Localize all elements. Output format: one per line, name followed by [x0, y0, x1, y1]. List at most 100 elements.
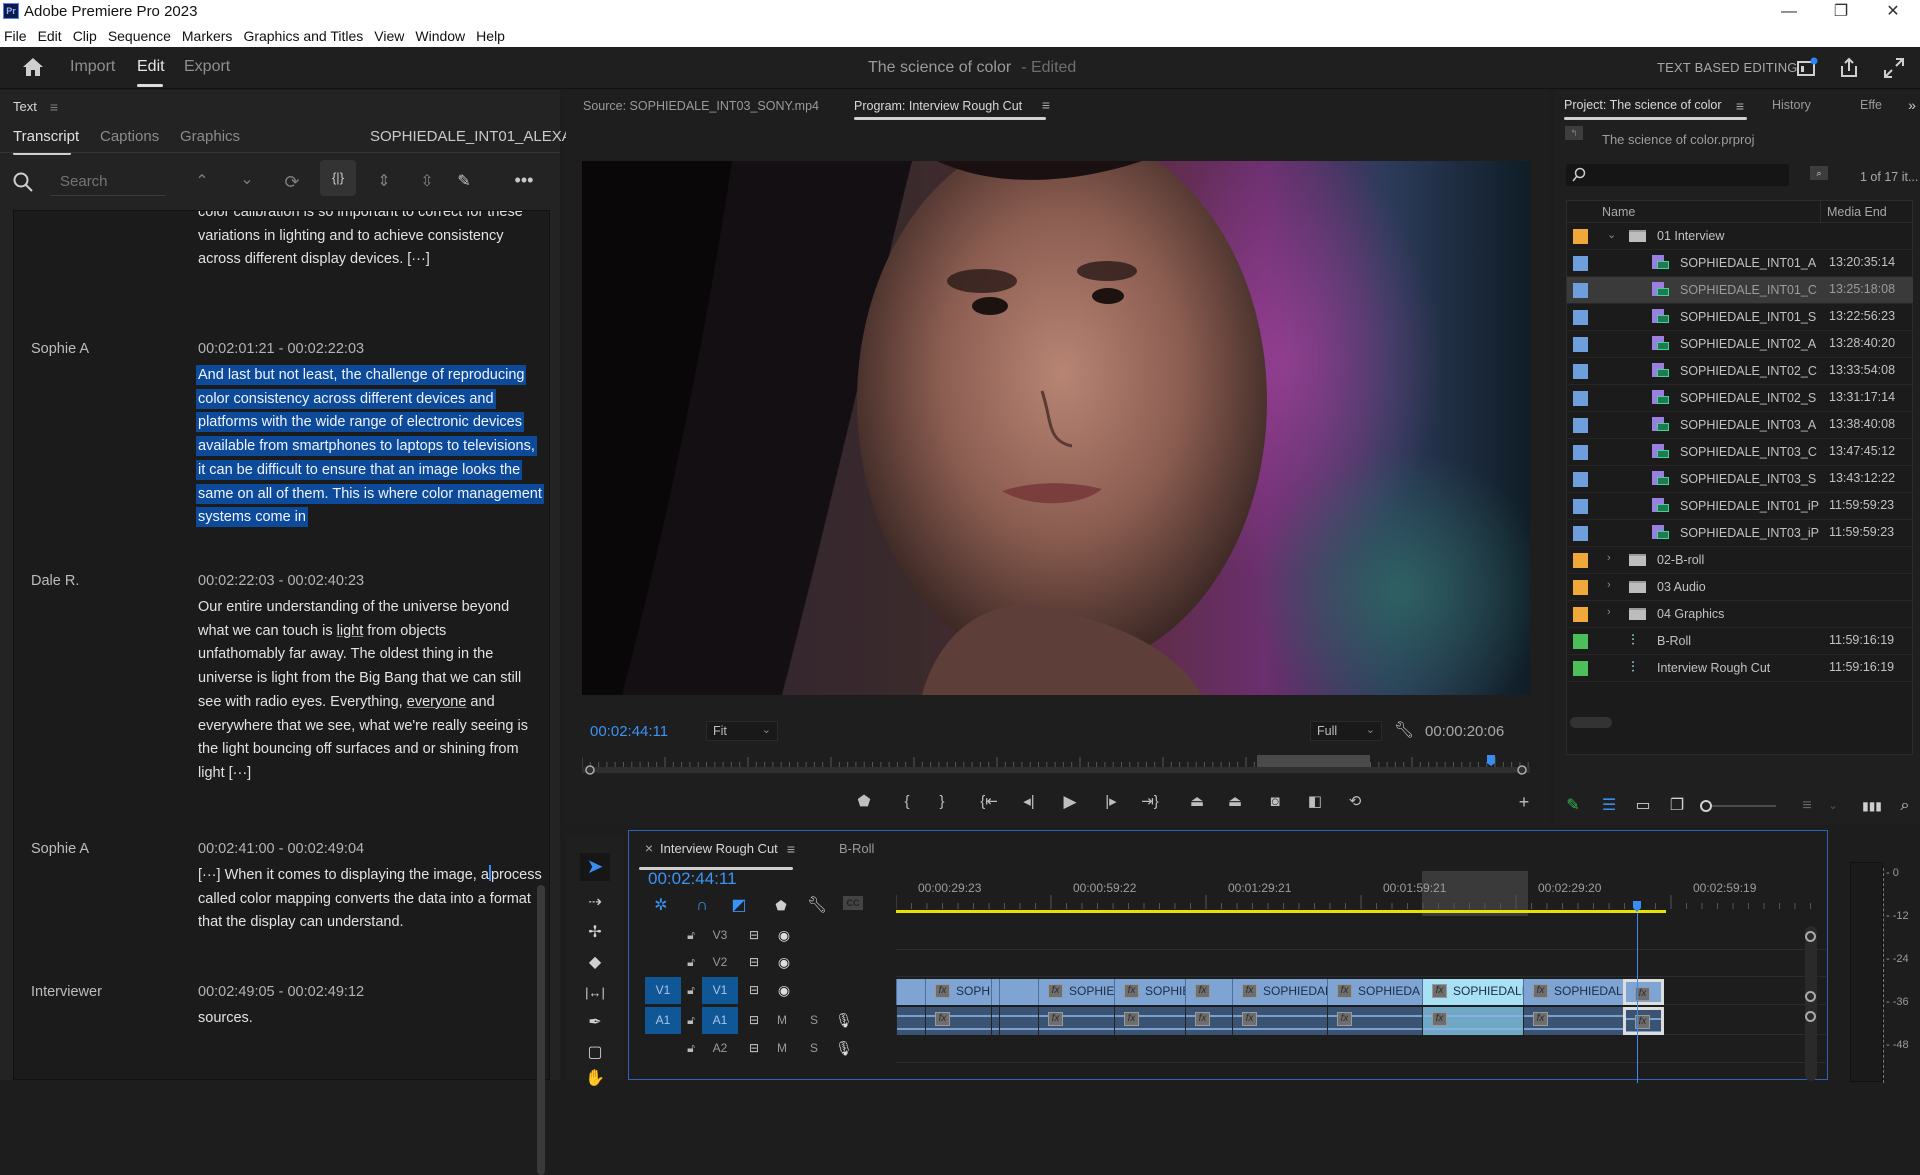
transcript-line[interactable]: systems come in	[198, 506, 543, 530]
audio-clip[interactable]: fx	[1114, 1007, 1185, 1035]
lock-track-icon[interactable]: 🔓︎	[681, 1013, 701, 1028]
minimize-button[interactable]: —	[1766, 0, 1812, 24]
video-clip[interactable]: fx SOPHI	[925, 979, 991, 1005]
sequence-timecode[interactable]: 00:02:44:11	[648, 869, 737, 889]
write-protect-pencil-icon[interactable]: ✎	[1561, 794, 1585, 818]
segment-text[interactable]: Our entire understanding of the universe…	[198, 596, 543, 786]
hand-tool-icon[interactable]: ✋	[583, 1067, 607, 1091]
label-color-swatch[interactable]	[1573, 418, 1588, 433]
segment-timecode[interactable]: 00:02:49:05 - 00:02:49:12	[198, 984, 364, 1000]
nest-toggle-icon[interactable]: ✲	[649, 894, 673, 918]
menu-clip[interactable]: Clip	[73, 28, 97, 44]
tab-graphics[interactable]: Graphics	[180, 128, 240, 145]
zoom-scrollbar-track[interactable]	[582, 767, 1530, 773]
solo-track-button[interactable]: S	[804, 1041, 824, 1055]
tab-import[interactable]: Import	[70, 58, 115, 76]
maximize-button[interactable]: ❐	[1818, 0, 1864, 24]
project-item[interactable]: SOPHIEDALE_INT01_A 13:20:35:14	[1567, 250, 1913, 277]
tab-export[interactable]: Export	[184, 58, 230, 76]
scroll-handle[interactable]	[1805, 931, 1816, 942]
find-bin-icon[interactable]: ⌕	[1810, 166, 1828, 180]
project-item[interactable]: SOPHIEDALE_INT01_C 13:25:18:08	[1567, 277, 1913, 304]
video-clip[interactable]: fx SOPHIEDA	[1038, 979, 1114, 1005]
fullscreen-icon[interactable]	[1882, 56, 1906, 80]
label-color-swatch[interactable]	[1573, 310, 1588, 325]
transcript-line[interactable]: that the display can understand.	[198, 911, 543, 935]
selected-text[interactable]: available from smartphones to laptops to…	[198, 438, 535, 455]
project-item[interactable]: ⫶ B-Roll 11:59:16:19	[1567, 628, 1913, 655]
transcript-line[interactable]: see with radio eyes. Everything, everyon…	[198, 691, 543, 715]
label-color-swatch[interactable]	[1573, 337, 1588, 352]
refresh-icon[interactable]: ⟳	[280, 170, 304, 194]
project-horizontal-scrollbar[interactable]	[1570, 717, 1612, 728]
label-color-swatch[interactable]	[1573, 364, 1588, 379]
button-editor-plus-icon[interactable]: +	[1513, 790, 1535, 814]
lock-track-icon[interactable]: 🔓︎	[681, 983, 701, 998]
play-icon[interactable]: ▶	[1059, 790, 1081, 814]
label-color-swatch[interactable]	[1573, 391, 1588, 406]
timeline-ruler[interactable]: 00:00:29:23 00:00:59:22 00:01:29:21 00:01:5…	[896, 871, 1826, 921]
zoom-slider-handle[interactable]	[1700, 800, 1712, 812]
automate-to-sequence-icon[interactable]: ▮▮▮	[1860, 794, 1884, 818]
tab-source-monitor[interactable]: Source: SOPHIEDALE_INT03_SONY.mp4	[583, 99, 819, 113]
transcript-line[interactable]: [···] When it comes to displaying the im…	[198, 864, 543, 888]
linked-selection-icon[interactable]: ◩	[727, 894, 751, 918]
label-color-swatch[interactable]	[1573, 472, 1588, 487]
speaker-name[interactable]: Interviewer	[31, 984, 102, 1000]
project-menu-icon[interactable]: ≡	[1728, 94, 1752, 118]
lock-track-icon[interactable]: 🔓︎	[681, 955, 701, 970]
project-item[interactable]: SOPHIEDALE_INT03_A 13:38:40:08	[1567, 412, 1913, 439]
flagged-word[interactable]: light	[337, 623, 364, 639]
track-target[interactable]: A2	[702, 1041, 738, 1055]
chevron-down-icon[interactable]: ⌄	[1607, 228, 1616, 241]
audio-clip[interactable]: fx	[925, 1007, 991, 1035]
segment-text[interactable]: sources.	[198, 1007, 543, 1031]
step-forward-icon[interactable]: |▸	[1100, 790, 1122, 814]
edit-pencil-icon[interactable]: ✎	[452, 170, 476, 194]
project-item[interactable]: › 02-B-roll	[1567, 547, 1913, 574]
more-options-icon[interactable]: •••	[512, 168, 536, 192]
audio-clip[interactable]: fx	[1232, 1007, 1327, 1035]
toggle-output-eye-icon[interactable]: ◉	[772, 982, 796, 999]
video-clip[interactable]: fx SOPHIEDA	[1327, 979, 1422, 1005]
transcript-line[interactable]: across different display devices. [···]	[198, 248, 543, 272]
add-marker-icon[interactable]: ⬟	[769, 894, 793, 918]
freeform-view-icon[interactable]: ❐	[1665, 794, 1689, 818]
timeline-settings-wrench-icon[interactable]: 🔧︎	[805, 894, 829, 918]
collapse-segments-icon[interactable]: ⇳	[415, 170, 439, 194]
audio-clip[interactable]	[896, 1007, 925, 1035]
snap-magnet-icon[interactable]: ∩	[690, 894, 714, 918]
voice-over-mic-icon[interactable]: 🎙︎	[834, 1012, 854, 1029]
label-color-swatch[interactable]	[1573, 607, 1588, 622]
segment-timecode[interactable]: 00:02:01:21 - 00:02:22:03	[198, 341, 364, 357]
transcript-line[interactable]: universe is light from the Big Bang that…	[198, 667, 543, 691]
tab-edit[interactable]: Edit	[137, 58, 165, 76]
sync-lock-icon[interactable]: ⊟	[744, 928, 764, 942]
transcript-line[interactable]: variations in lighting and to achieve co…	[198, 225, 543, 249]
project-item[interactable]: SOPHIEDALE_INT03_iP 11:59:59:23	[1567, 520, 1913, 547]
transcript-line[interactable]: sources.	[198, 1007, 543, 1031]
toggle-output-eye-icon[interactable]: ◉	[772, 954, 796, 971]
quick-export-icon[interactable]	[1795, 56, 1819, 80]
menu-window[interactable]: Window	[415, 28, 465, 44]
sync-lock-icon[interactable]: ⊟	[744, 983, 764, 997]
more-panels-icon[interactable]: »	[1900, 93, 1920, 117]
transcript-line[interactable]: available from smartphones to laptops to…	[198, 435, 543, 459]
menu-edit[interactable]: Edit	[38, 28, 62, 44]
video-clip[interactable]: fx SOPHIEDAL	[1523, 979, 1623, 1005]
transcript-line[interactable]: And last but not least, the challenge of…	[198, 364, 543, 388]
ripple-edit-tool-icon[interactable]: ✢	[583, 921, 607, 945]
flagged-word[interactable]: everyone	[407, 694, 467, 710]
selected-text[interactable]: color consistency across different devic…	[198, 390, 494, 407]
project-item[interactable]: SOPHIEDALE_INT03_S 13:43:12:22	[1567, 466, 1913, 493]
settings-wrench-icon[interactable]: 🔧︎	[1392, 719, 1416, 743]
transcript-line[interactable]: everywhere that we see, what we're reall…	[198, 715, 543, 739]
tab-effects[interactable]: Effe	[1860, 98, 1882, 112]
menu-help[interactable]: Help	[476, 28, 505, 44]
transcript-line[interactable]: called color mapping converts the data i…	[198, 888, 543, 912]
transcript-line[interactable]: Our entire understanding of the universe…	[198, 596, 543, 620]
project-item[interactable]: SOPHIEDALE_INT01_iP 11:59:59:23	[1567, 493, 1913, 520]
label-color-swatch[interactable]	[1573, 499, 1588, 514]
sequence-menu-icon[interactable]: ≡	[779, 837, 803, 861]
sync-lock-icon[interactable]: ⊟	[744, 955, 764, 969]
